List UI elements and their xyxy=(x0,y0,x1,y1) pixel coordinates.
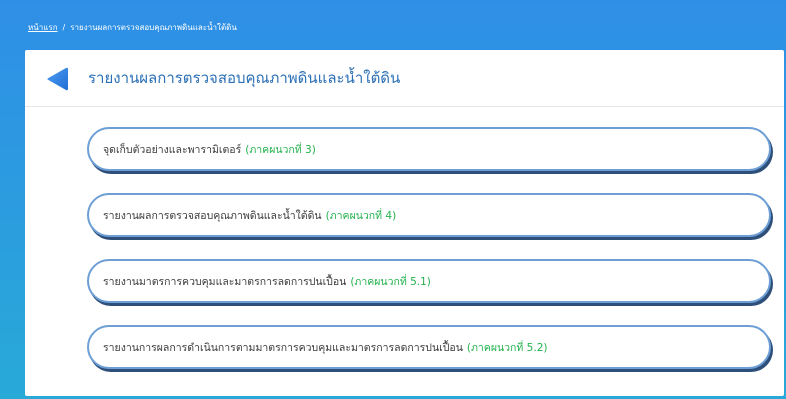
breadcrumb-current: รายงานผลการตรวจสอบคุณภาพดินและน้ำใต้ดิน xyxy=(70,23,237,32)
menu-button-quality-report[interactable]: รายงานผลการตรวจสอบคุณภาพดินและน้ำใต้ดิน … xyxy=(87,193,771,237)
menu-button-label: รายงานการผลการดำเนินการตามมาตรการควบคุมแ… xyxy=(103,341,463,354)
card-header: รายงานผลการตรวจสอบคุณภาพดินและน้ำใต้ดิน xyxy=(25,50,784,107)
breadcrumb-separator: / xyxy=(62,23,66,32)
menu-button-sampling-points[interactable]: จุดเก็บตัวอย่างและพารามิเตอร์ (ภาคผนวกที… xyxy=(87,127,771,171)
breadcrumb: หน้าแรก / รายงานผลการตรวจสอบคุณภาพดินและน้… xyxy=(28,21,237,34)
menu-button-label: รายงานมาตรการควบคุมและมาตรการลดการปนเปื้… xyxy=(103,275,347,288)
page: หน้าแรก / รายงานผลการตรวจสอบคุณภาพดินและน้… xyxy=(0,0,786,399)
menu-button-appendix: (ภาคผนวกที่ 3) xyxy=(245,143,316,156)
menu-button-appendix: (ภาคผนวกที่ 5.2) xyxy=(466,341,548,354)
menu-button-control-measures[interactable]: รายงานมาตรการควบคุมและมาตรการลดการปนเปื้… xyxy=(87,259,771,303)
menu-button-implementation-results[interactable]: รายงานการผลการดำเนินการตามมาตรการควบคุมแ… xyxy=(87,325,771,369)
menu-button-appendix: (ภาคผนวกที่ 4) xyxy=(325,209,397,222)
menu-button-label: รายงานผลการตรวจสอบคุณภาพดินและน้ำใต้ดิน xyxy=(103,209,322,222)
back-arrow-icon[interactable] xyxy=(45,67,69,91)
menu-button-label: จุดเก็บตัวอย่างและพารามิเตอร์ xyxy=(103,143,242,156)
breadcrumb-home-link[interactable]: หน้าแรก xyxy=(28,23,58,32)
main-card: รายงานผลการตรวจสอบคุณภาพดินและน้ำใต้ดิน … xyxy=(25,50,784,396)
page-title: รายงานผลการตรวจสอบคุณภาพดินและน้ำใต้ดิน xyxy=(88,69,401,87)
menu-button-appendix: (ภาคผนวกที่ 5.1) xyxy=(350,275,431,288)
